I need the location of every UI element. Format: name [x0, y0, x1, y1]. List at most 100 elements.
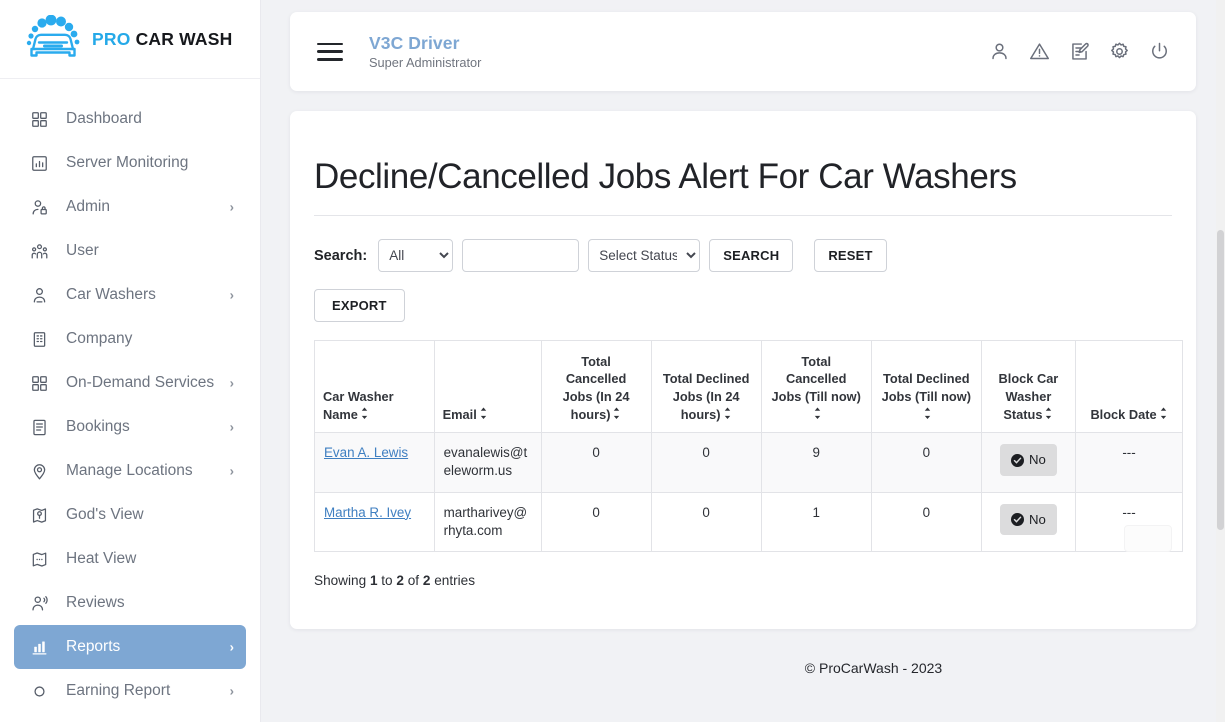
- showing-from: 1: [369, 572, 378, 588]
- table-head: Car Washer Name Email Total Cancelled Jobs…: [314, 340, 1183, 434]
- chevron-right-icon: ›: [229, 639, 234, 655]
- sort-icon[interactable]: [1159, 407, 1168, 420]
- building-icon: [28, 328, 50, 350]
- jobs-alert-table: Car Washer Name Email Total Cancelled Jobs…: [314, 340, 1183, 552]
- showing-total: 2: [422, 572, 431, 588]
- user-badge-icon: [28, 284, 50, 306]
- sidebar-item-god-s-view[interactable]: God's View: [14, 493, 246, 537]
- cell-block-date: ---: [1075, 432, 1183, 493]
- sort-icon[interactable]: [723, 407, 732, 420]
- warning-triangle-icon[interactable]: [1029, 41, 1050, 62]
- footer-text: © ProCarWash - 2023: [804, 660, 943, 676]
- car-wash-logo-icon: [26, 15, 80, 57]
- column-header-total-cancelled-jobs-till-now[interactable]: Total Cancelled Jobs (Till now): [760, 340, 872, 434]
- page-scrollbar-thumb[interactable]: [1217, 230, 1224, 530]
- column-header-label: Block Date: [1090, 406, 1157, 422]
- status-select[interactable]: Select Status: [588, 239, 701, 273]
- cell-car-washer-name: Martha R. Ivey: [314, 491, 435, 552]
- grid-icon: [28, 108, 50, 130]
- pagination-control[interactable]: [1124, 525, 1172, 552]
- power-icon[interactable]: [1149, 41, 1170, 62]
- table-row: Martha R. Ivey martharivey@rhyta.com 0 0 1 0 N…: [314, 491, 1183, 552]
- table-wrapper: Car Washer Name Email Total Cancelled Jobs…: [314, 340, 1183, 552]
- sidebar-item-dashboard[interactable]: Dashboard: [14, 97, 246, 141]
- column-header-label: Total Declined Jobs (Till now): [881, 371, 971, 405]
- page-title: Decline/Cancelled Jobs Alert For Car Was…: [314, 158, 1172, 216]
- sidebar-item-bookings[interactable]: Bookings ›: [14, 405, 246, 449]
- search-label: Search:: [314, 247, 368, 264]
- sidebar-item-admin[interactable]: Admin ›: [14, 185, 246, 229]
- sidebar-item-server-monitoring[interactable]: Server Monitoring: [14, 141, 246, 185]
- column-header-email[interactable]: Email: [433, 340, 542, 434]
- sidebar-item-earning-report[interactable]: Earning Report ›: [14, 669, 246, 713]
- filter-bar: Search: All Select Status SEARCH RESET: [314, 239, 1172, 273]
- cell-car-washer-name: Evan A. Lewis: [314, 432, 435, 493]
- page-scrollbar[interactable]: [1216, 0, 1225, 722]
- column-header-block-date[interactable]: Block Date: [1075, 340, 1183, 434]
- brand-name: PRO CAR WASH: [92, 29, 232, 50]
- map-heat-icon: [28, 548, 50, 570]
- table-row: Evan A. Lewis evanalewis@teleworm.us 0 0 9 0 N…: [314, 432, 1183, 493]
- column-header-car-washer-name[interactable]: Car Washer Name: [314, 340, 435, 434]
- cell-declined-24h: 0: [650, 491, 762, 552]
- showing-to-word: to: [381, 572, 393, 588]
- sort-icon[interactable]: [1044, 407, 1053, 420]
- cell-email: martharivey@rhyta.com: [433, 491, 542, 552]
- main-area: V3C Driver Super Administrator Decline/C…: [261, 0, 1225, 722]
- sidebar-item-label: God's View: [66, 506, 144, 523]
- sidebar: PRO CAR WASH Dashboard Server Monitoring A…: [0, 0, 261, 722]
- block-status-badge[interactable]: No: [1000, 503, 1057, 536]
- sidebar-item-car-washers[interactable]: Car Washers ›: [14, 273, 246, 317]
- topbar-icon-group: [989, 41, 1170, 62]
- chart-bar-icon: [28, 152, 50, 174]
- column-header-block-car-washer-status[interactable]: Block Car Washer Status: [980, 340, 1077, 434]
- column-header-total-cancelled-jobs-in-24-hours[interactable]: Total Cancelled Jobs (In 24 hours): [540, 340, 652, 434]
- chevron-right-icon: ›: [229, 683, 234, 699]
- gear-icon[interactable]: [1109, 41, 1130, 62]
- sort-icon[interactable]: [360, 407, 369, 420]
- user-icon[interactable]: [989, 41, 1010, 62]
- chevron-right-icon: ›: [229, 463, 234, 479]
- search-input[interactable]: [462, 239, 580, 273]
- topbar: V3C Driver Super Administrator: [290, 12, 1196, 91]
- check-circle-icon: [1011, 512, 1024, 526]
- showing-prefix: Showing: [314, 572, 367, 588]
- block-status-badge[interactable]: No: [1000, 444, 1057, 477]
- sort-icon[interactable]: [612, 407, 621, 420]
- sidebar-item-company[interactable]: Company: [14, 317, 246, 361]
- sort-icon[interactable]: [479, 407, 488, 420]
- sidebar-item-on-demand-services[interactable]: On-Demand Services ›: [14, 361, 246, 405]
- sidebar-item-label: Admin: [66, 198, 110, 215]
- sidebar-item-heat-view[interactable]: Heat View: [14, 537, 246, 581]
- search-type-select[interactable]: All: [378, 239, 454, 273]
- sidebar-item-manage-locations[interactable]: Manage Locations ›: [14, 449, 246, 493]
- car-washer-name-link[interactable]: Evan A. Lewis: [324, 445, 408, 460]
- export-button[interactable]: EXPORT: [314, 289, 405, 323]
- user-voice-icon: [28, 592, 50, 614]
- search-button[interactable]: SEARCH: [709, 239, 794, 273]
- column-header-total-declined-jobs-till-now[interactable]: Total Declined Jobs (Till now): [870, 340, 982, 434]
- brand-logo[interactable]: PRO CAR WASH: [0, 0, 260, 79]
- cell-email: evanalewis@teleworm.us: [433, 432, 542, 493]
- sidebar-item-user[interactable]: User: [14, 229, 246, 273]
- map-pin-icon: [28, 460, 50, 482]
- topbar-subtitle: Super Administrator: [369, 55, 482, 71]
- sort-icon[interactable]: [813, 407, 822, 420]
- map-marker-icon: [28, 504, 50, 526]
- sidebar-item-reviews[interactable]: Reviews: [14, 581, 246, 625]
- hamburger-menu-icon[interactable]: [317, 42, 343, 61]
- column-header-label: Car Washer Name: [323, 389, 394, 422]
- cell-block-status: No: [980, 491, 1077, 552]
- column-header-total-declined-jobs-in-24-hours[interactable]: Total Declined Jobs (In 24 hours): [650, 340, 762, 434]
- reset-button[interactable]: RESET: [814, 239, 887, 273]
- car-washer-name-link[interactable]: Martha R. Ivey: [324, 505, 411, 520]
- brand-name-accent: PRO: [92, 28, 131, 49]
- sidebar-item-reports[interactable]: Reports ›: [14, 625, 246, 669]
- pagination-summary: Showing 1 to 2 of 2 entries: [314, 573, 1172, 588]
- sidebar-item-label: Earning Report: [66, 682, 171, 699]
- showing-of-word: of: [407, 572, 420, 588]
- sort-icon[interactable]: [923, 407, 932, 420]
- cell-declined-24h: 0: [650, 432, 762, 493]
- sidebar-item-label: Manage Locations: [66, 462, 193, 479]
- edit-document-icon[interactable]: [1069, 41, 1090, 62]
